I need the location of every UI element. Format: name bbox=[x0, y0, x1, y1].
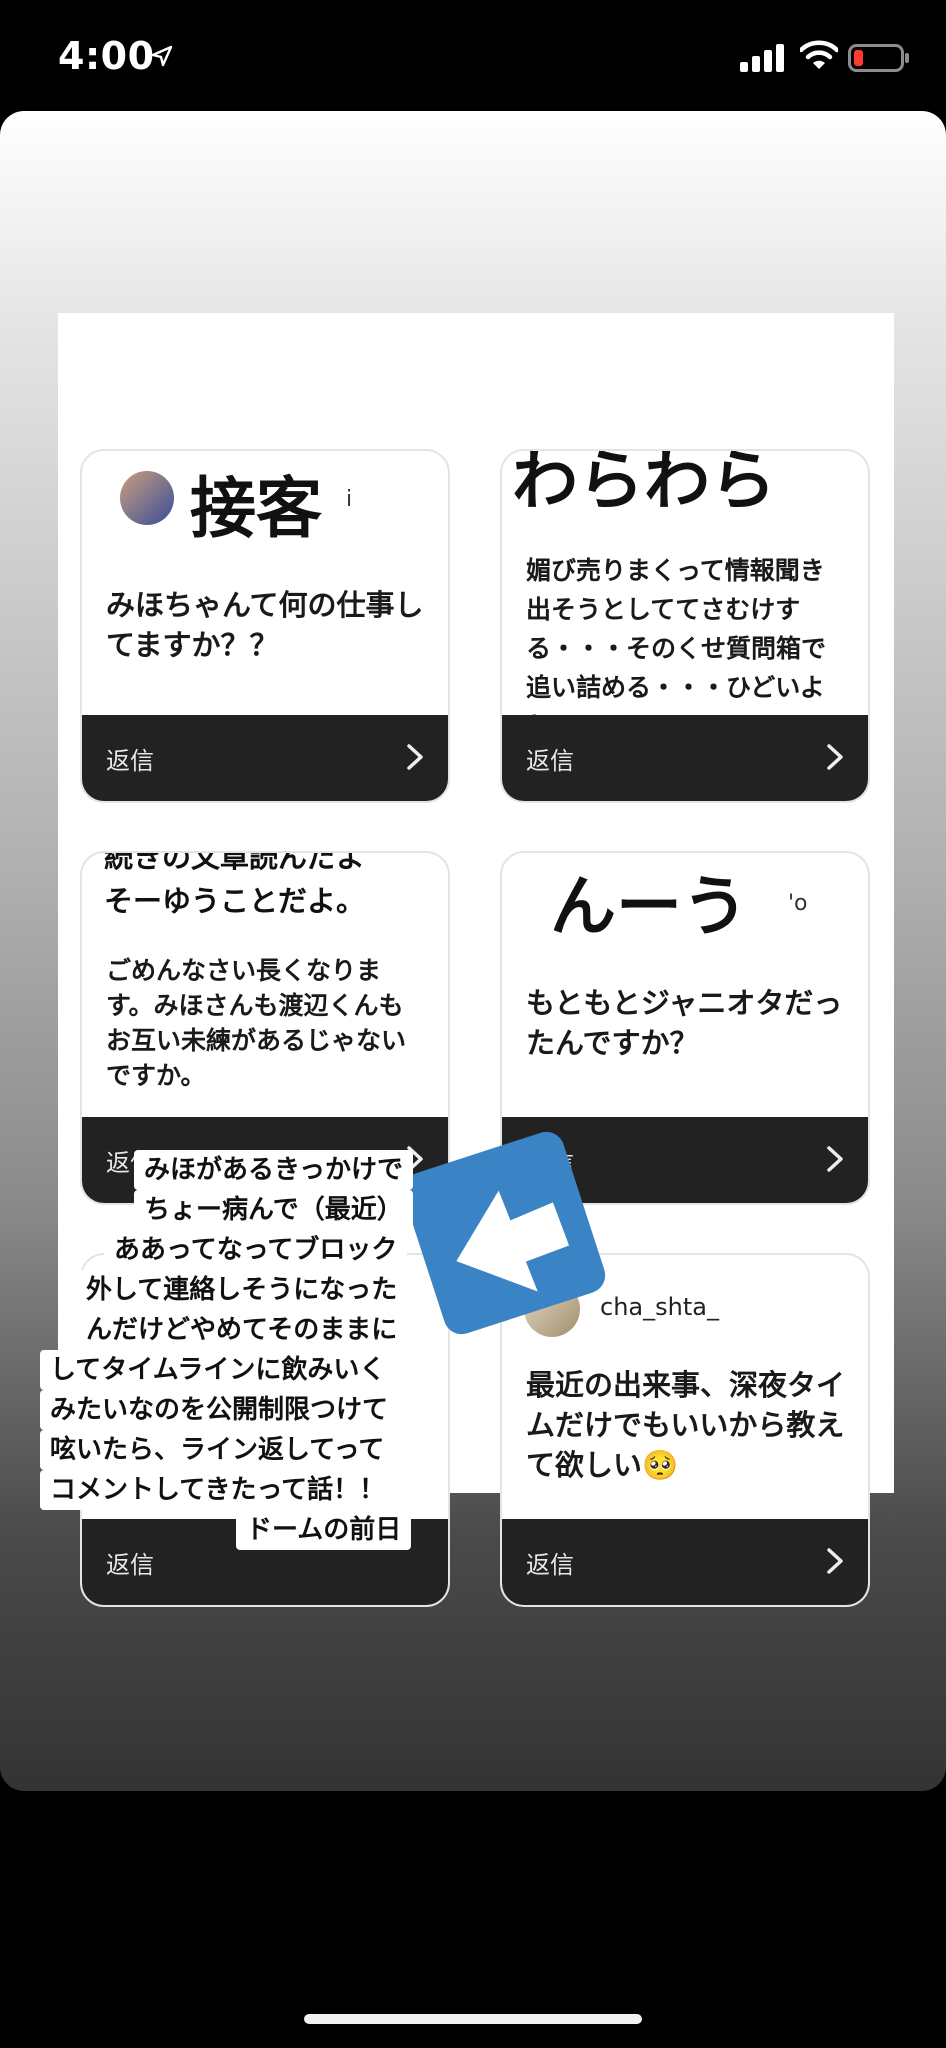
caption-line: みほがあるきっかけで bbox=[134, 1150, 413, 1190]
status-time: 4:00 bbox=[58, 34, 155, 78]
username-fragment: 'o bbox=[788, 891, 808, 916]
signal-icon bbox=[740, 44, 784, 72]
reply-label: 返信 bbox=[106, 1551, 154, 1579]
home-indicator[interactable] bbox=[304, 2014, 642, 2024]
caption-line: 外して連絡しそうになった bbox=[76, 1270, 408, 1310]
story-view[interactable]: 接客 i みほちゃんて何の仕事してますか？？ 返信 わらわら 媚び売りまくって情… bbox=[0, 111, 946, 1791]
question-text: 最近の出来事、深夜タイムだけでもいいから教えて欲しい🥺 bbox=[526, 1365, 848, 1485]
chevron-right-icon bbox=[827, 1548, 843, 1574]
chevron-right-icon bbox=[827, 744, 843, 770]
caption-line: ドームの前日 bbox=[236, 1510, 412, 1550]
overlay-caption: んーう bbox=[532, 853, 766, 949]
caption-line: 呟いたら、ライン返してって bbox=[40, 1430, 395, 1470]
question-text: もともとジャニオタだったんですか？ bbox=[526, 986, 843, 1060]
question-text: ごめんなさい長くなります。みほさんも渡辺くんもお互い未練があるじゃないですか。 bbox=[106, 956, 407, 1090]
battery-icon bbox=[848, 44, 909, 72]
overlay-caption: 接客 bbox=[174, 455, 338, 551]
pleading-emoji-icon: 🥺 bbox=[642, 1448, 679, 1482]
caption-line: みたいなのを公開制限つけて bbox=[40, 1390, 399, 1430]
caption-line: んだけどやめてそのままに bbox=[76, 1310, 408, 1350]
wifi-icon bbox=[800, 40, 838, 69]
question-text: みほちゃんて何の仕事してますか？？ bbox=[106, 588, 424, 662]
overlay-caption-line: 続きの文章読んだよ bbox=[100, 853, 370, 879]
caption-line: ああってなってブロック bbox=[104, 1230, 408, 1270]
reply-label: 返信 bbox=[526, 1551, 574, 1579]
username-fragment: i bbox=[346, 487, 353, 512]
question-card: 接客 i みほちゃんて何の仕事してますか？？ 返信 bbox=[80, 449, 450, 803]
chevron-right-icon bbox=[827, 1146, 843, 1172]
reply-button[interactable]: 返信 bbox=[502, 715, 868, 801]
caption-line: してタイムラインに飲みいく bbox=[40, 1350, 396, 1390]
status-bar: 4:00 bbox=[0, 0, 946, 110]
username: cha_shta_ bbox=[600, 1293, 719, 1321]
caption-line: ちょー病んで（最近） bbox=[134, 1190, 413, 1230]
reply-label: 返信 bbox=[526, 747, 574, 775]
location-arrow-icon bbox=[151, 45, 173, 67]
question-card: わらわら 媚び売りまくって情報聞き出そうとしててさむけする・・・そのくせ質問箱で… bbox=[500, 449, 870, 803]
overlay-caption-line: そーゆうことだよ。 bbox=[100, 879, 370, 923]
overlay-caption: わらわら bbox=[502, 451, 794, 523]
reply-button[interactable]: 返信 bbox=[502, 1519, 868, 1605]
avatar bbox=[120, 471, 174, 525]
question-card: cha_shta_ 最近の出来事、深夜タイムだけでもいいから教えて欲しい🥺 返信 bbox=[500, 1253, 870, 1607]
question-body: 最近の出来事、深夜タイムだけでもいいから教えて欲しい bbox=[526, 1368, 846, 1482]
reply-label: 返信 bbox=[106, 747, 154, 775]
caption-line: コメントしてきたって話！！ bbox=[40, 1470, 396, 1510]
reply-button[interactable]: 返信 bbox=[82, 715, 448, 801]
chevron-right-icon bbox=[407, 744, 423, 770]
